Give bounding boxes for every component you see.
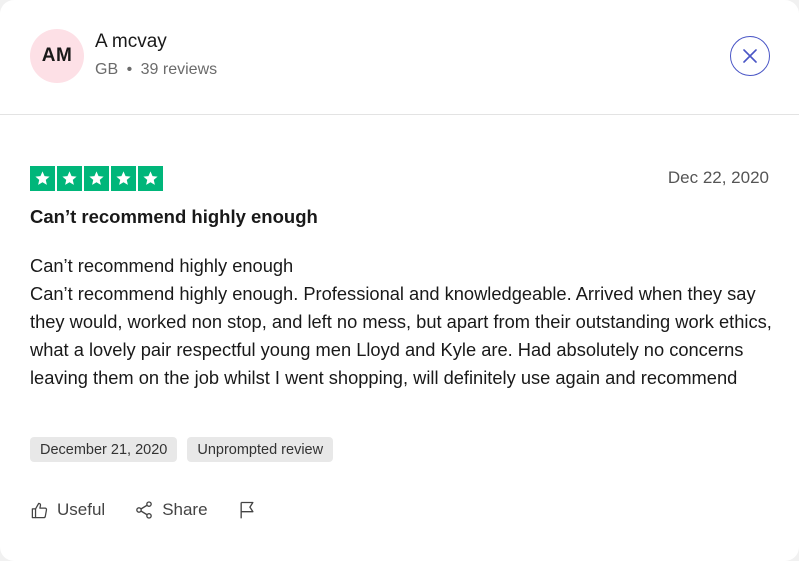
review-actions: Useful Share <box>30 500 257 520</box>
thumbs-up-icon <box>30 501 49 520</box>
close-icon <box>743 49 757 63</box>
star-4 <box>111 166 136 191</box>
meta-separator: • <box>126 61 133 78</box>
star-5 <box>138 166 163 191</box>
reviewer-review-count: 39 reviews <box>140 61 218 78</box>
share-label: Share <box>162 500 208 519</box>
star-icon <box>61 170 78 187</box>
share-icon <box>134 500 154 520</box>
review-tags: December 21, 2020 Unprompted review <box>30 437 334 462</box>
reviewer-name[interactable]: A mcvay <box>95 31 167 53</box>
star-3 <box>84 166 109 191</box>
reviewer-header: AM A mcvay GB • 39 reviews <box>0 0 799 115</box>
star-icon <box>88 170 105 187</box>
close-button[interactable] <box>730 36 770 76</box>
unprompted-review-tag[interactable]: Unprompted review <box>187 437 334 462</box>
review-card: AM A mcvay GB • 39 reviews Dec 22, 2020 … <box>0 0 799 561</box>
avatar[interactable]: AM <box>30 29 84 83</box>
reviewer-country: GB <box>95 61 119 78</box>
share-button[interactable]: Share <box>134 500 208 520</box>
useful-label: Useful <box>57 500 106 519</box>
star-icon <box>34 170 51 187</box>
report-button[interactable] <box>237 500 257 520</box>
star-rating <box>30 166 163 191</box>
star-icon <box>115 170 132 187</box>
flag-icon <box>237 500 257 520</box>
review-title: Can’t recommend highly enough <box>30 206 318 227</box>
useful-button[interactable]: Useful <box>30 500 105 520</box>
review-date: Dec 22, 2020 <box>667 168 769 187</box>
experience-date-tag: December 21, 2020 <box>30 437 178 462</box>
review-body-line: Can’t recommend highly enough. Professio… <box>30 283 772 388</box>
star-1 <box>30 166 55 191</box>
reviewer-meta: GB • 39 reviews <box>95 61 217 79</box>
review-body-line: Can’t recommend highly enough <box>30 255 294 276</box>
review-body: Can’t recommend highly enough Can’t reco… <box>30 252 775 392</box>
star-2 <box>57 166 82 191</box>
star-icon <box>142 170 159 187</box>
